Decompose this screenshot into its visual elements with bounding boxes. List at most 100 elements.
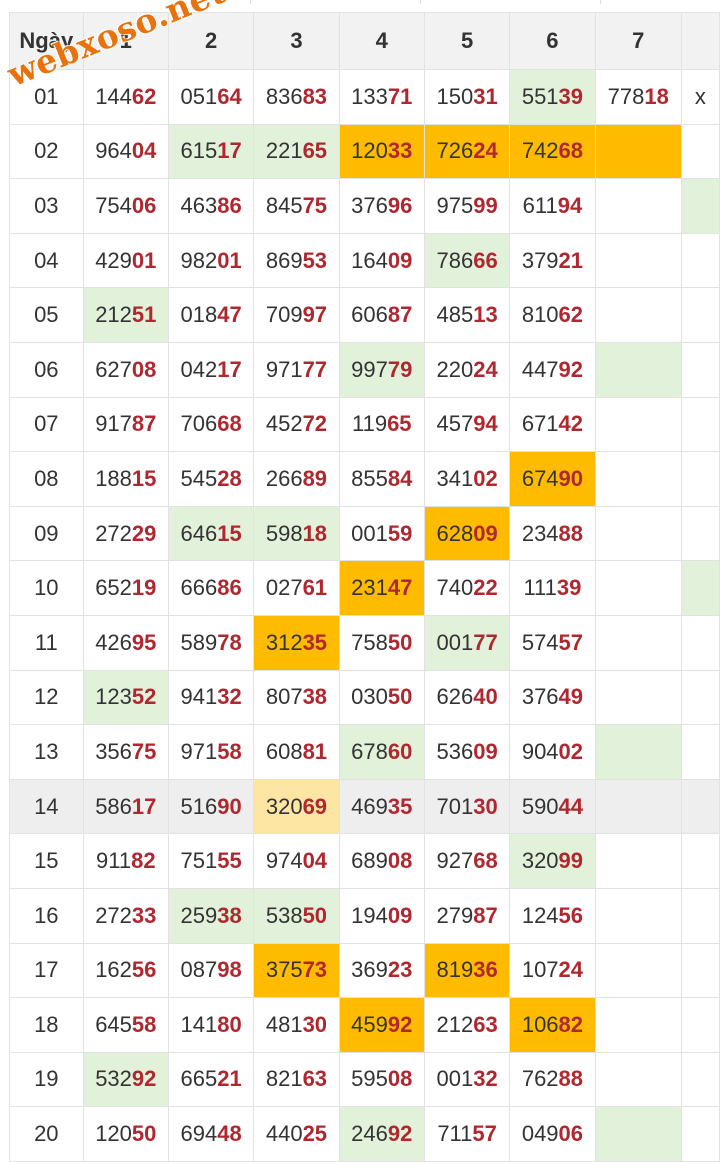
result-suffix: 65 [387, 411, 412, 437]
result-prefix: 266 [265, 465, 303, 491]
result-suffix: 31 [473, 83, 498, 109]
result-cell: x [680, 69, 720, 125]
result-prefix: 608 [265, 738, 303, 764]
result-cell: 48513 [423, 287, 511, 343]
result-prefix: 212 [95, 302, 132, 328]
result-suffix: 17 [131, 793, 157, 819]
result-cell: 62809 [423, 505, 511, 562]
result-prefix: 586 [95, 793, 132, 819]
result-suffix: 84 [387, 465, 413, 491]
result-cell: 12352 [82, 669, 169, 726]
result-cell: 31235 [253, 614, 340, 671]
result-prefix: 598 [265, 520, 303, 546]
result-suffix: 61 [302, 575, 328, 601]
table-row: 14 58617 51690 32069 46935 70130 59044 [9, 778, 720, 835]
result-cell: 75850 [338, 614, 425, 671]
result-prefix: 740 [436, 575, 474, 601]
day-cell: 19 [9, 1051, 84, 1108]
result-cell [594, 887, 682, 944]
result-suffix: 58 [217, 738, 242, 764]
result-cell: 75155 [167, 833, 255, 889]
result-suffix: 17 [217, 356, 242, 382]
result-cell: 25938 [167, 887, 255, 944]
result-cell [594, 833, 682, 889]
result-prefix: 379 [521, 247, 559, 273]
result-cell: 01847 [167, 287, 255, 343]
result-suffix: 19 [131, 575, 157, 601]
result-suffix: 30 [302, 1011, 328, 1037]
result-suffix: 99 [473, 192, 498, 218]
result-suffix: 82 [131, 848, 156, 874]
result-suffix: 22 [473, 575, 498, 601]
result-suffix: 57 [558, 629, 584, 655]
result-cell: 13371 [338, 69, 425, 125]
result-cell: 53850 [253, 887, 340, 944]
result-suffix: 17 [217, 138, 242, 164]
result-prefix: 645 [95, 1011, 132, 1037]
day-cell: 12 [9, 669, 84, 726]
result-cell: 45794 [423, 396, 511, 453]
result-suffix: 25 [302, 1121, 328, 1147]
result-prefix: 272 [95, 902, 132, 928]
result-cell: 70130 [423, 778, 511, 835]
result-prefix: 246 [351, 1121, 388, 1147]
result-suffix: 38 [217, 902, 242, 928]
result-cell: 61517 [167, 123, 255, 180]
day-cell: 14 [9, 778, 84, 835]
day-cell: 16 [9, 887, 84, 944]
result-suffix: 30 [473, 793, 498, 819]
result-prefix: 001 [436, 1066, 474, 1092]
result-cell: 04217 [167, 341, 255, 398]
result-cell [680, 560, 720, 616]
result-prefix: 671 [521, 411, 559, 437]
result-cell: 53609 [423, 724, 511, 780]
result-prefix: 911 [96, 848, 132, 874]
result-suffix: 92 [387, 1011, 413, 1037]
result-cell [680, 451, 720, 507]
result-prefix: 786 [436, 247, 474, 273]
result-suffix: 69 [302, 793, 328, 819]
result-suffix: 68 [217, 411, 242, 437]
result-cell: 85584 [338, 451, 425, 507]
result-cell [594, 614, 682, 671]
result-prefix: 836 [265, 83, 303, 109]
result-prefix: 426 [95, 629, 132, 655]
result-cell: 00159 [338, 505, 425, 562]
result-cell: 18815 [82, 451, 169, 507]
result-suffix: 13 [473, 302, 498, 328]
result-prefix: 087 [180, 957, 218, 983]
lottery-results-table: Ngày 1 2 3 4 5 6 7 01 14462 05164 83683 1337… [9, 12, 720, 1162]
result-cell: 51690 [167, 778, 255, 835]
result-prefix: 042 [180, 356, 218, 382]
result-prefix: 212 [436, 1011, 474, 1037]
result-prefix: 819 [436, 957, 474, 983]
result-cell [680, 669, 720, 726]
result-suffix: 08 [131, 356, 157, 382]
result-cell [594, 1051, 682, 1108]
result-cell: 12033 [338, 123, 425, 180]
day-cell: 02 [9, 123, 84, 180]
result-cell: 12456 [509, 887, 596, 944]
result-suffix: 39 [556, 575, 582, 601]
result-prefix: 589 [180, 629, 218, 655]
day-cell: 04 [9, 232, 84, 289]
result-prefix: 611 [522, 192, 558, 218]
result-cell: 92768 [423, 833, 511, 889]
result-suffix: 06 [131, 192, 157, 218]
result-suffix: 89 [302, 465, 328, 491]
result-cell: 02761 [253, 560, 340, 616]
result-cell: 08798 [167, 942, 255, 999]
result-prefix: 124 [521, 902, 559, 928]
result-prefix: 711 [437, 1121, 473, 1147]
day-cell: 09 [9, 505, 84, 562]
day-cell: 06 [9, 341, 84, 398]
result-cell: 24692 [338, 1106, 425, 1162]
result-cell [680, 778, 720, 835]
result-cell: 54528 [167, 451, 255, 507]
result-cell: 11139 [509, 560, 596, 616]
result-suffix: 18 [644, 83, 669, 109]
result-cell [594, 178, 682, 234]
result-prefix: 376 [521, 684, 559, 710]
top-strip [0, 0, 720, 12]
result-suffix: 63 [473, 1011, 498, 1037]
